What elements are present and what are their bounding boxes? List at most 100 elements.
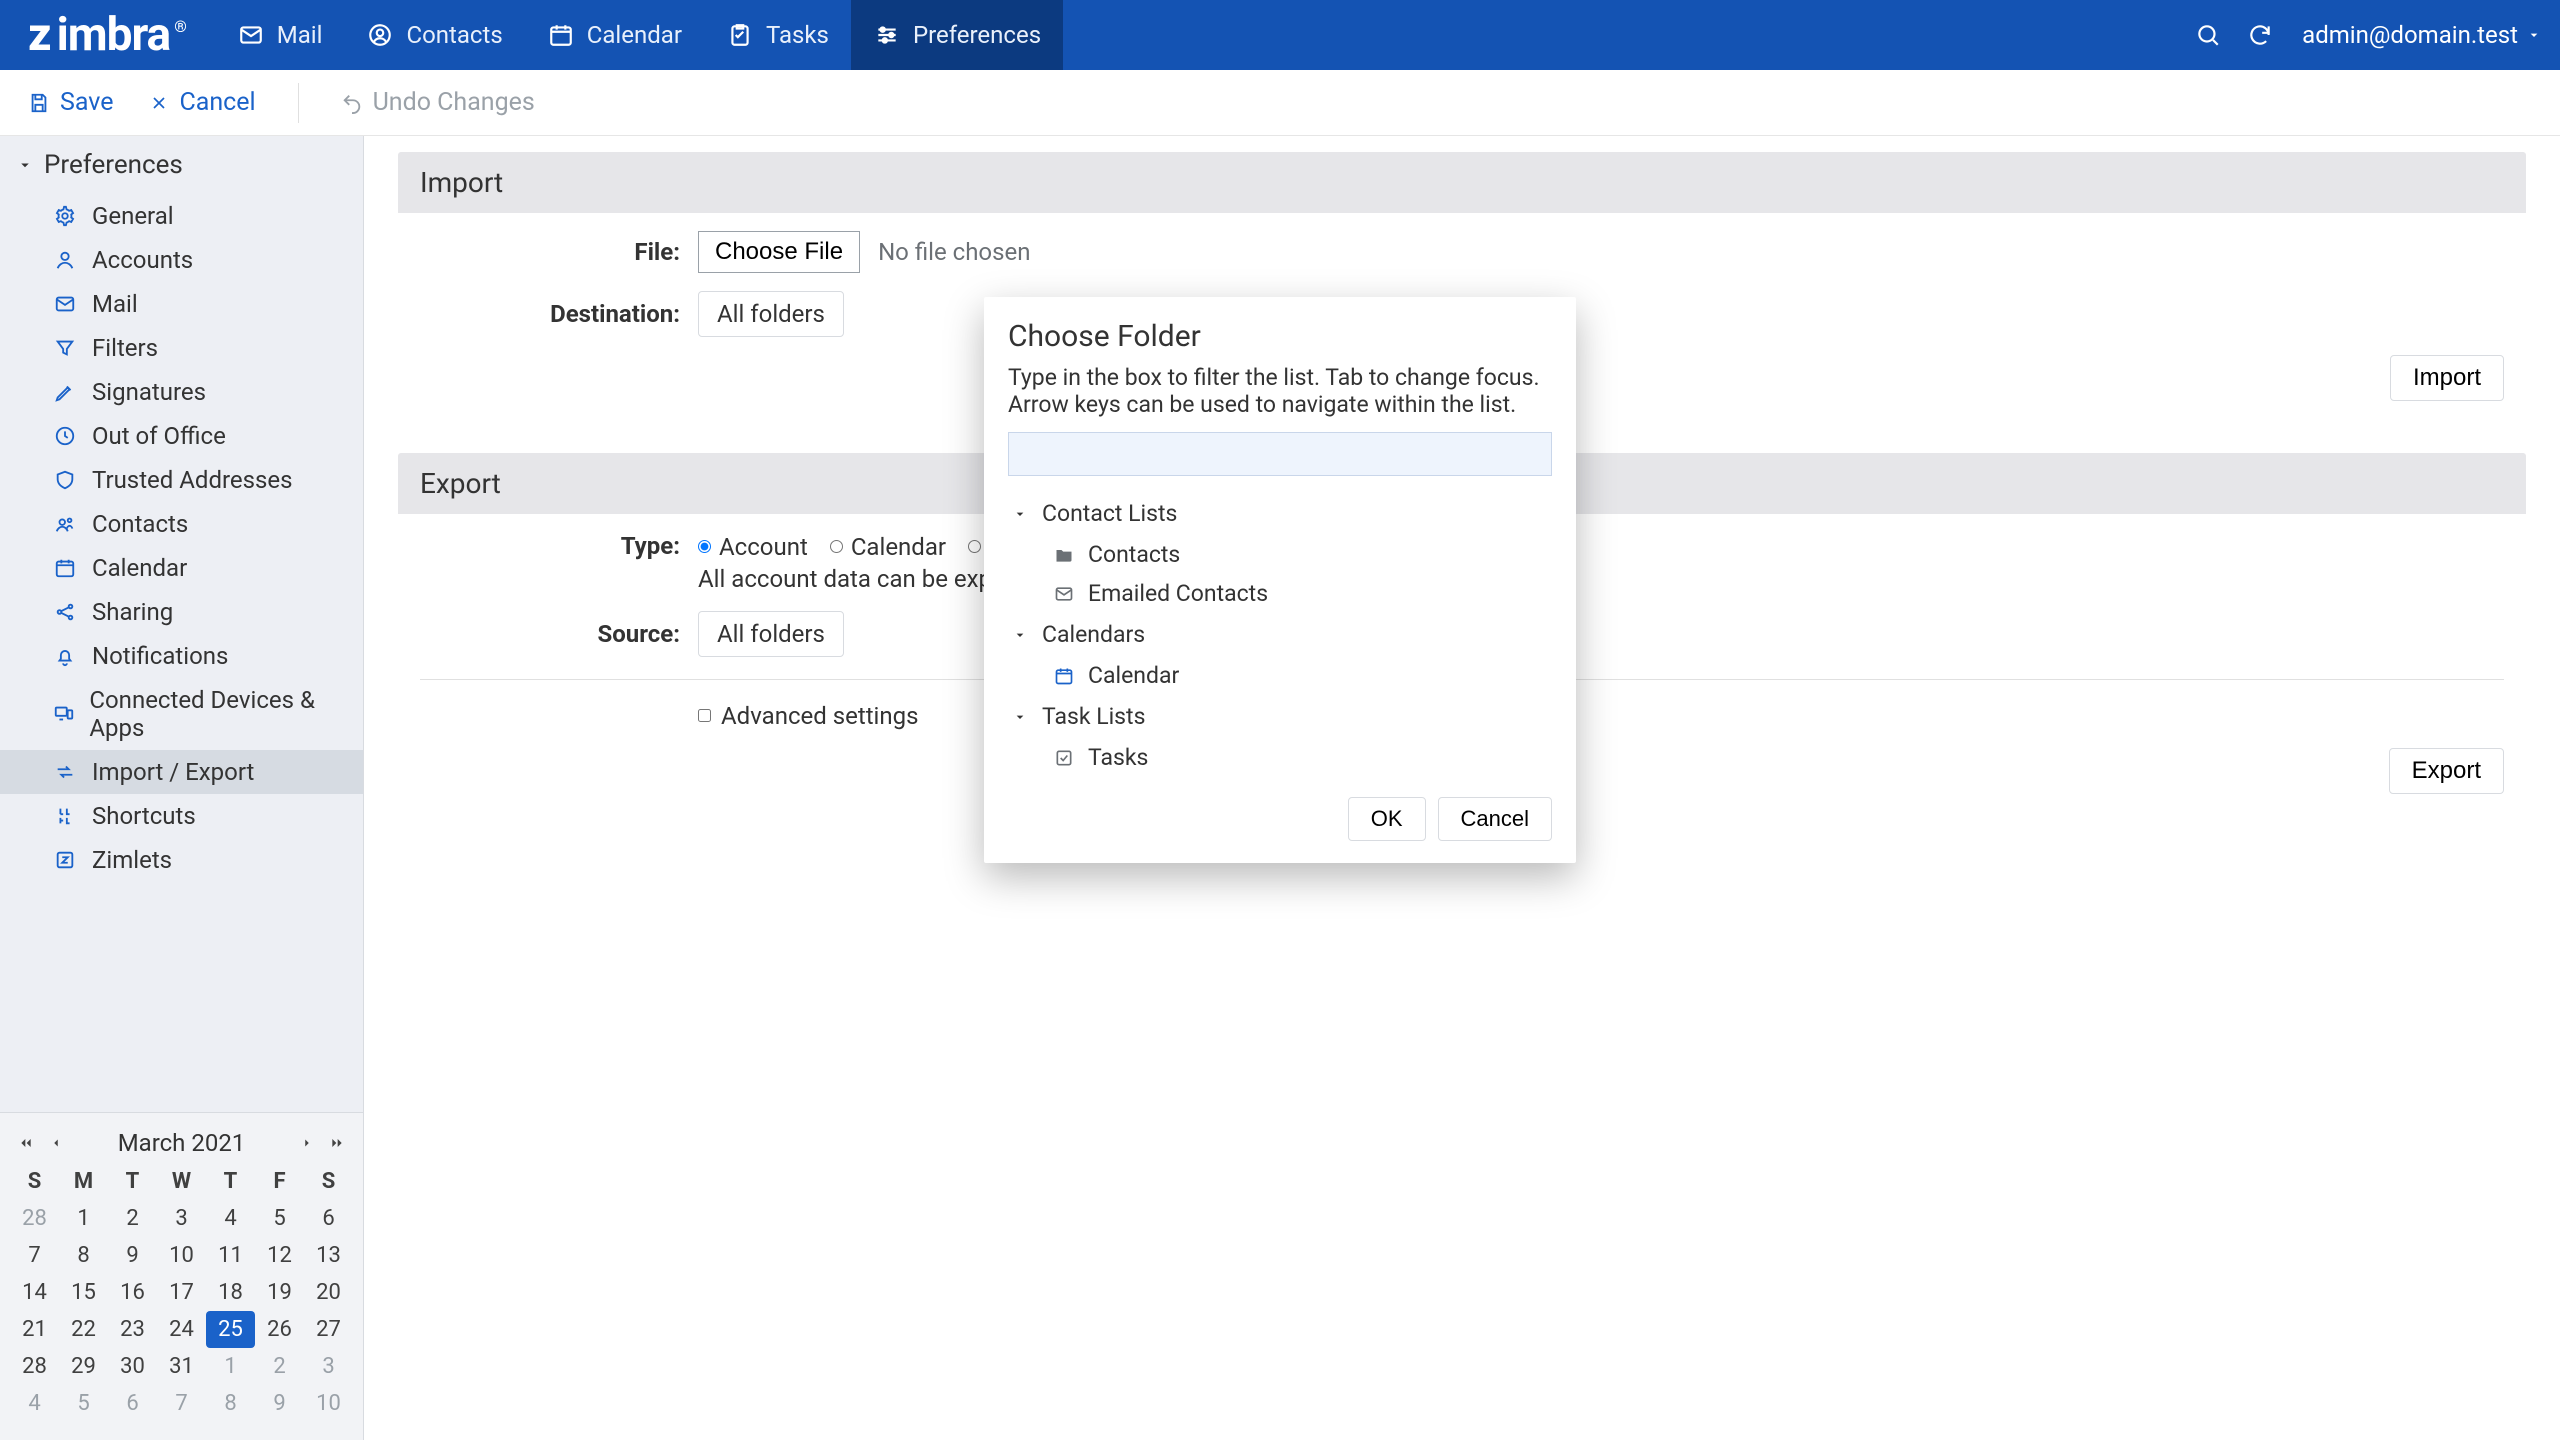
calendar-day[interactable]: 25 [206,1311,255,1348]
checkbox-input[interactable] [698,709,711,722]
sidebar-item-zimlets[interactable]: Zimlets [0,838,363,882]
tab-mail[interactable]: Mail [215,0,345,70]
calendar-day[interactable]: 20 [304,1274,353,1311]
tab-tasks[interactable]: Tasks [704,0,851,70]
tab-contacts[interactable]: Contacts [344,0,524,70]
sidebar-item-shortcuts[interactable]: Shortcuts [0,794,363,838]
sidebar-item-signatures[interactable]: Signatures [0,370,363,414]
calendar-day[interactable]: 1 [59,1200,108,1237]
sidebar-item-contacts[interactable]: Contacts [0,502,363,546]
sidebar-item-calendar[interactable]: Calendar [0,546,363,590]
sidebar: Preferences General Accounts Mail Filter… [0,136,364,1440]
calendar-day[interactable]: 3 [157,1200,206,1237]
calendar-day[interactable]: 16 [108,1274,157,1311]
calendar-day[interactable]: 8 [59,1237,108,1274]
save-button[interactable]: Save [28,88,113,117]
calendar-day[interactable]: 5 [59,1385,108,1422]
radio-input[interactable] [968,540,981,553]
calendar-day[interactable]: 22 [59,1311,108,1348]
calendar-prev-month[interactable] [44,1131,68,1155]
tree-item[interactable]: Emailed Contacts [1008,574,1542,613]
tree-item[interactable]: Calendar [1008,656,1542,695]
radio-input[interactable] [830,540,843,553]
calendar-day[interactable]: 8 [206,1385,255,1422]
calendar-day[interactable]: 9 [108,1237,157,1274]
calendar-day[interactable]: 15 [59,1274,108,1311]
sidebar-item-import-export[interactable]: Import / Export [0,750,363,794]
calendar-day[interactable]: 7 [157,1385,206,1422]
tree-group[interactable]: Contact Lists [1008,492,1542,535]
undo-changes[interactable]: Undo Changes [341,88,535,117]
share-icon [52,599,78,625]
source-chip[interactable]: All folders [698,611,844,657]
calendar-day[interactable]: 10 [304,1385,353,1422]
sidebar-item-mail[interactable]: Mail [0,282,363,326]
advanced-settings-checkbox[interactable]: Advanced settings [698,702,919,730]
calendar-day[interactable]: 9 [255,1385,304,1422]
ok-button[interactable]: OK [1348,797,1426,841]
sidebar-item-sharing[interactable]: Sharing [0,590,363,634]
calendar-day[interactable]: 27 [304,1311,353,1348]
tab-calendar[interactable]: Calendar [525,0,704,70]
choose-file-button[interactable]: Choose File [698,231,860,273]
calendar-day[interactable]: 5 [255,1200,304,1237]
calendar-day[interactable]: 23 [108,1311,157,1348]
calendar-day[interactable]: 4 [10,1385,59,1422]
account-menu[interactable]: admin@domain.test [2302,21,2542,49]
folder-filter-input[interactable] [1008,432,1552,476]
refresh-button[interactable] [2238,13,2282,57]
cancel-button[interactable]: Cancel [1438,797,1552,841]
sidebar-item-connected-devices[interactable]: Connected Devices & Apps [0,678,363,750]
import-button[interactable]: Import [2390,355,2504,401]
search-button[interactable] [2186,13,2230,57]
calendar-day[interactable]: 31 [157,1348,206,1385]
radio-input[interactable] [698,540,711,553]
export-button[interactable]: Export [2389,748,2504,794]
calendar-day[interactable]: 3 [304,1348,353,1385]
calendar-day[interactable]: 6 [304,1200,353,1237]
tree-group-label: Contact Lists [1042,500,1177,527]
type-calendar-radio[interactable]: Calendar [830,533,946,561]
calendar-day[interactable]: 14 [10,1274,59,1311]
tree-item[interactable]: Tasks [1008,738,1542,777]
tree-item[interactable]: Contacts [1008,535,1542,574]
sidebar-item-filters[interactable]: Filters [0,326,363,370]
calendar-day[interactable]: 26 [255,1311,304,1348]
calendar-day[interactable]: 19 [255,1274,304,1311]
calendar-day[interactable]: 21 [10,1311,59,1348]
calendar-day[interactable]: 7 [10,1237,59,1274]
calendar-day[interactable]: 17 [157,1274,206,1311]
calendar-day[interactable]: 29 [59,1348,108,1385]
cancel-button[interactable]: Cancel [149,88,255,117]
sidebar-item-trusted-addresses[interactable]: Trusted Addresses [0,458,363,502]
calendar-day[interactable]: 12 [255,1237,304,1274]
keyboard-icon [52,803,78,829]
sidebar-item-general[interactable]: General [0,194,363,238]
calendar-day[interactable]: 11 [206,1237,255,1274]
tree-group[interactable]: Task Lists [1008,695,1542,738]
sidebar-item-out-of-office[interactable]: Out of Office [0,414,363,458]
calendar-day[interactable]: 10 [157,1237,206,1274]
calendar-day[interactable]: 28 [10,1348,59,1385]
calendar-day[interactable]: 6 [108,1385,157,1422]
calendar-day[interactable]: 2 [255,1348,304,1385]
calendar-day[interactable]: 2 [108,1200,157,1237]
calendar-day[interactable]: 18 [206,1274,255,1311]
type-account-radio[interactable]: Account [698,533,808,561]
sidebar-item-accounts[interactable]: Accounts [0,238,363,282]
calendar-day[interactable]: 4 [206,1200,255,1237]
calendar-prev-year[interactable] [14,1131,38,1155]
calendar-next-month[interactable] [295,1131,319,1155]
sidebar-item-notifications[interactable]: Notifications [0,634,363,678]
calendar-day[interactable]: 24 [157,1311,206,1348]
calendar-day[interactable]: 1 [206,1348,255,1385]
calendar-next-year[interactable] [325,1131,349,1155]
tab-preferences[interactable]: Preferences [851,0,1063,70]
type-label: Type: [420,532,680,560]
destination-chip[interactable]: All folders [698,291,844,337]
calendar-day[interactable]: 28 [10,1200,59,1237]
sidebar-toggle[interactable]: Preferences [0,136,363,194]
calendar-day[interactable]: 13 [304,1237,353,1274]
calendar-day[interactable]: 30 [108,1348,157,1385]
tree-group[interactable]: Calendars [1008,613,1542,656]
